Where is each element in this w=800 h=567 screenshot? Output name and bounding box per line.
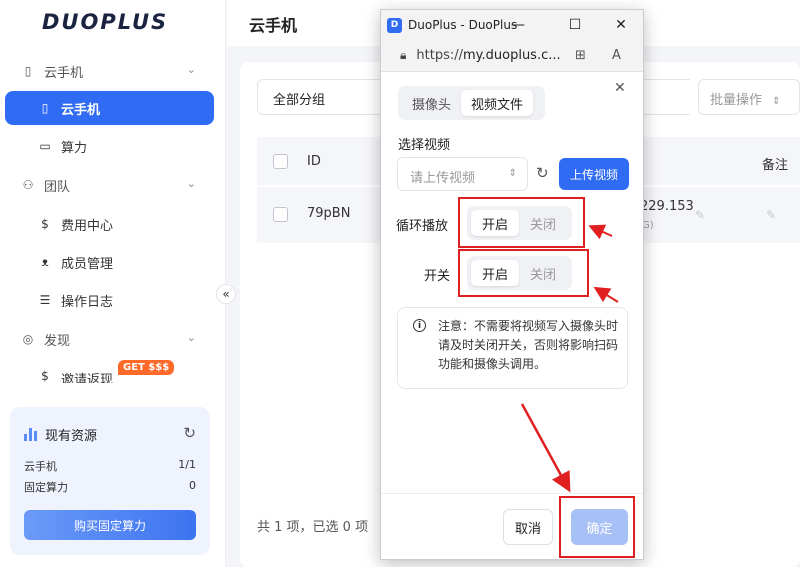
sidebar-item-label: 成员管理 bbox=[61, 256, 114, 272]
sidebar-item-logs[interactable]: ☰ 操作日志 bbox=[5, 283, 214, 317]
sidebar-item-members[interactable]: ᴥ 成员管理 bbox=[5, 245, 214, 279]
minimize-icon[interactable]: — bbox=[507, 15, 529, 35]
video-select[interactable]: 请上传视频 ⇕ bbox=[397, 157, 528, 191]
logo: DUOPLUS bbox=[42, 10, 169, 34]
tab-video-file[interactable]: 视频文件 bbox=[461, 90, 534, 116]
sidebar-item-label: 费用中心 bbox=[61, 218, 114, 234]
select-all-checkbox[interactable] bbox=[273, 154, 288, 169]
resource-row: 固定算力 0 bbox=[24, 479, 196, 494]
sidebar-group-discover[interactable]: ◎ 发现 ⌄ bbox=[5, 322, 214, 356]
chevron-down-icon: ⌄ bbox=[186, 331, 196, 344]
annotation-box bbox=[559, 496, 635, 558]
row-checkbox[interactable] bbox=[273, 207, 288, 222]
sidebar-group-label: 云手机 bbox=[44, 65, 84, 81]
users-icon: ⚇ bbox=[22, 178, 34, 192]
log-icon: ☰ bbox=[39, 293, 51, 307]
resources-card: 现有资源 ↻ 云手机 1/1 固定算力 0 购买固定算力 bbox=[10, 407, 210, 555]
info-icon: i bbox=[413, 319, 426, 332]
sidebar-item-label: 算力 bbox=[61, 140, 88, 156]
phone-outline-icon: ▯ bbox=[24, 64, 32, 78]
select-video-label: 选择视频 bbox=[398, 138, 451, 153]
sidebar-item-label: 邀请返现 bbox=[61, 373, 114, 383]
sidebar-item-label: 云手机 bbox=[61, 102, 101, 118]
sidebar-item-invite[interactable]: $ 邀请返现 bbox=[5, 361, 214, 383]
cancel-button[interactable]: 取消 bbox=[503, 509, 553, 545]
chevron-down-icon: ⌄ bbox=[186, 177, 196, 190]
sidebar-item-cloud-phone[interactable]: ▯ 云手机 bbox=[5, 91, 214, 125]
bar-chart-icon bbox=[24, 428, 37, 441]
switch-label: 开关 bbox=[424, 269, 451, 284]
close-window-icon[interactable]: ✕ bbox=[610, 15, 632, 35]
popup-window: D DuoPlus - DuoPlus... — ☐ ✕ 🔒︎ https://… bbox=[380, 9, 644, 560]
sidebar-item-compute[interactable]: ▭ 算力 bbox=[5, 129, 214, 163]
resources-title: 现有资源 bbox=[24, 425, 97, 444]
notice-text: 注意：不需要将视频写入摄像头时请及时关闭开关，否则将影响扫码功能和摄像头调用。 bbox=[438, 319, 619, 371]
chevron-down-icon: ⌄ bbox=[186, 63, 196, 76]
edit-icon[interactable]: ✎ bbox=[695, 208, 705, 222]
monitor-icon: ▭ bbox=[39, 139, 51, 153]
window-titlebar: D DuoPlus - DuoPlus... — ☐ ✕ bbox=[381, 10, 643, 40]
group-select[interactable]: 全部分组 bbox=[257, 79, 389, 115]
buy-compute-button[interactable]: 购买固定算力 bbox=[24, 510, 196, 540]
annotation-box bbox=[458, 249, 589, 297]
notice-box: i 注意：不需要将视频写入摄像头时请及时关闭开关，否则将影响扫码功能和摄像头调用… bbox=[397, 307, 628, 389]
chevron-updown-icon: ⇕ bbox=[772, 96, 781, 107]
row-id: 79pBN bbox=[307, 206, 351, 221]
sidebar-group-label: 发现 bbox=[44, 333, 71, 349]
read-aloud-icon[interactable]: A bbox=[612, 48, 621, 63]
column-header-remark: 备注 bbox=[762, 158, 789, 173]
resource-row: 云手机 1/1 bbox=[24, 458, 196, 473]
tab-camera[interactable]: 摄像头 bbox=[402, 90, 461, 116]
sidebar-item-billing[interactable]: $ 费用中心 bbox=[5, 207, 214, 241]
phone-icon: ▯ bbox=[41, 101, 49, 115]
column-header-id: ID bbox=[307, 154, 321, 169]
sidebar-group-label: 团队 bbox=[44, 179, 71, 195]
window-title: DuoPlus - DuoPlus... bbox=[408, 18, 518, 32]
compass-icon: ◎ bbox=[22, 332, 34, 346]
app-icon: D bbox=[387, 17, 402, 33]
refresh-icon[interactable]: ↻ bbox=[183, 424, 196, 442]
sidebar-group-team[interactable]: ⚇ 团队 ⌄ bbox=[5, 168, 214, 202]
upload-video-button[interactable]: 上传视频 bbox=[559, 158, 629, 190]
user-manage-icon: ᴥ bbox=[41, 255, 49, 269]
dollar-icon: $ bbox=[41, 369, 49, 383]
source-tabs: 摄像头 视频文件 bbox=[398, 86, 545, 120]
edit-remark-icon[interactable]: ✎ bbox=[766, 208, 776, 222]
lock-icon: 🔒︎ bbox=[400, 48, 407, 62]
table-footer-count: 共 1 项，已选 0 项 bbox=[257, 520, 369, 535]
collapse-sidebar-button[interactable]: « bbox=[216, 284, 236, 304]
page-title: 云手机 bbox=[249, 16, 298, 35]
sidebar-group-cloud-phone[interactable]: ▯ 云手机 ⌄ bbox=[5, 54, 214, 88]
refresh-icon[interactable]: ↻ bbox=[536, 164, 549, 182]
close-icon[interactable]: ✕ bbox=[614, 80, 626, 96]
chevron-updown-icon: ⇕ bbox=[508, 168, 517, 179]
extensions-icon[interactable]: ⊞ bbox=[575, 48, 586, 63]
batch-operation-select[interactable]: 批量操作 ⇕ bbox=[698, 79, 800, 115]
dollar-circle-icon: $ bbox=[41, 217, 49, 231]
annotation-box bbox=[458, 197, 585, 248]
address-bar[interactable]: 🔒︎ https://my.duoplus.c... ⊞ A bbox=[381, 40, 643, 72]
loop-play-label: 循环播放 bbox=[396, 219, 449, 234]
row-ip: 229.153 bbox=[640, 199, 694, 214]
sidebar: DUOPLUS ▯ 云手机 ⌄ ▯ 云手机 ▭ 算力 ⚇ 团队 ⌄ $ 费用中心… bbox=[0, 0, 226, 567]
promo-badge: GET $$$ bbox=[118, 360, 175, 375]
url-text: https://my.duoplus.c... bbox=[416, 48, 561, 63]
maximize-icon[interactable]: ☐ bbox=[564, 15, 586, 35]
sidebar-item-label: 操作日志 bbox=[61, 294, 114, 310]
